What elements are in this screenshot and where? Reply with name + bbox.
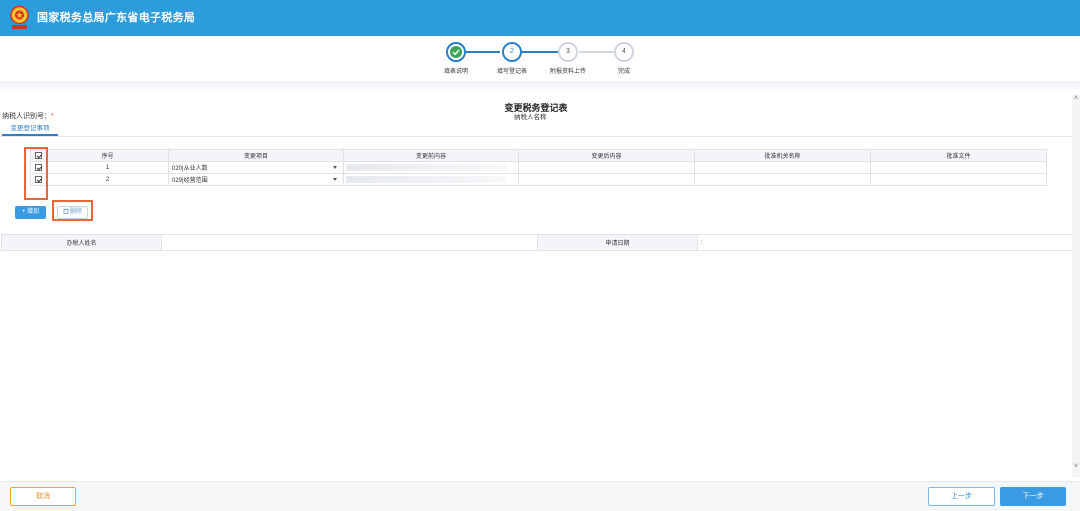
applicant-name-label: 办税人姓名 <box>1 234 162 251</box>
after-content-cell[interactable] <box>518 173 695 186</box>
chevron-down-icon <box>333 166 337 169</box>
column-header: 批准机关名称 <box>694 149 871 162</box>
scroll-down-icon[interactable]: ˅ <box>1073 463 1079 471</box>
after-content-cell[interactable] <box>518 161 695 174</box>
app-header: 国家税务总局广东省电子税务局 <box>0 0 1080 36</box>
before-content-cell[interactable] <box>343 161 519 174</box>
delete-row-button[interactable]: 删除 <box>57 206 88 219</box>
step-connector <box>466 51 500 53</box>
trash-icon <box>63 208 69 214</box>
previous-step-button[interactable]: 上一步 <box>928 487 995 506</box>
step-bar <box>0 36 1080 81</box>
step-2-indicator: 2 <box>502 42 522 62</box>
app-title: 国家税务总局广东省电子税务局 <box>37 12 196 24</box>
change-item-value: 020|从业人数 <box>172 166 208 172</box>
column-header: 批准文件 <box>870 149 1047 162</box>
chevron-down-icon <box>333 178 337 181</box>
step-3-label: 附报资料上传 <box>549 69 587 75</box>
check-icon <box>450 46 462 58</box>
taxpayer-id-label: 纳税人识别号： <box>2 113 51 120</box>
step-4-indicator: 4 <box>614 42 634 62</box>
tab-change-items[interactable]: 变更登记事项 <box>2 123 58 136</box>
required-marker: * <box>51 113 54 120</box>
step-2-label: 填写登记表 <box>496 69 528 75</box>
step-connector <box>579 51 614 53</box>
approval-document-cell[interactable] <box>870 173 1047 186</box>
step-4-label: 完成 <box>617 69 631 75</box>
step-connector <box>522 51 558 53</box>
table-header-row: 序号 变更项目 变更前内容 变更后内容 批准机关名称 批准文件 <box>30 149 1047 162</box>
next-step-button[interactable]: 下一步 <box>1000 487 1066 506</box>
add-row-button[interactable]: + 增加 <box>15 206 46 219</box>
change-item-select[interactable]: 020|从业人数 <box>168 161 344 174</box>
change-items-table: 序号 变更项目 变更前内容 变更后内容 批准机关名称 批准文件 1 020|从业… <box>30 149 1047 186</box>
taxpayer-id-field: 纳税人识别号：* <box>2 111 54 121</box>
table-row: 办税人姓名 申请日期 : <box>1 234 1073 251</box>
taxpayer-name-label: 纳税人名称 <box>514 114 547 121</box>
cancel-button[interactable]: 取消 <box>10 487 76 506</box>
step-1-indicator <box>446 42 466 62</box>
table-row: 1 020|从业人数 <box>30 161 1047 174</box>
row-index: 2 <box>46 173 169 186</box>
table-row: 2 029|经营范围 <box>30 173 1047 186</box>
approval-document-cell[interactable] <box>870 161 1047 174</box>
vertical-scrollbar[interactable] <box>1072 95 1080 477</box>
approval-authority-cell[interactable] <box>694 161 871 174</box>
change-item-value: 029|经营范围 <box>172 178 208 184</box>
delete-label: 删除 <box>69 209 82 215</box>
checkbox-highlight-box <box>24 147 48 200</box>
column-header: 变更项目 <box>168 149 344 162</box>
application-date-label: 申请日期 <box>537 234 698 251</box>
column-header: 序号 <box>46 149 169 162</box>
footer-bar <box>0 481 1080 511</box>
row-index: 1 <box>46 161 169 174</box>
approval-authority-cell[interactable] <box>694 173 871 186</box>
application-date-input[interactable]: : <box>697 234 1073 251</box>
step-1-label: 填表说明 <box>443 69 469 75</box>
column-header: 变更前内容 <box>343 149 519 162</box>
before-content-cell[interactable] <box>343 173 519 186</box>
tax-bureau-emblem-icon <box>10 5 29 29</box>
applicant-name-input[interactable] <box>161 234 538 251</box>
change-item-select[interactable]: 029|经营范围 <box>168 173 344 186</box>
scroll-up-icon[interactable]: ˄ <box>1073 95 1079 103</box>
step-3-indicator: 3 <box>558 42 578 62</box>
applicant-table: 办税人姓名 申请日期 : <box>1 234 1073 251</box>
column-header: 变更后内容 <box>518 149 695 162</box>
